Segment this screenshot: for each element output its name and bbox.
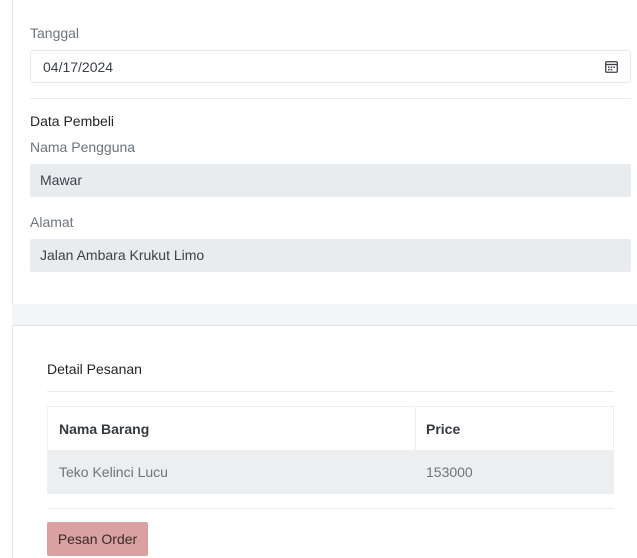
order-title-divider xyxy=(47,391,614,392)
username-label: Nama Pengguna xyxy=(30,139,136,155)
table-row: Teko Kelinci Lucu 153000 xyxy=(48,450,613,493)
item-price-cell: 153000 xyxy=(426,464,473,480)
username-field[interactable]: Mawar xyxy=(30,164,631,197)
column-header-price: Price xyxy=(426,421,461,437)
submit-order-button[interactable]: Pesan Order xyxy=(47,522,148,556)
buyer-section-title: Data Pembeli xyxy=(30,113,115,129)
order-section-title: Detail Pesanan xyxy=(47,361,142,377)
address-field[interactable]: Jalan Ambara Krukut Limo xyxy=(30,239,631,272)
section-divider xyxy=(30,98,631,99)
address-value: Jalan Ambara Krukut Limo xyxy=(40,247,205,263)
column-header-item-name: Nama Barang xyxy=(59,421,150,437)
date-value: 04/17/2024 xyxy=(43,59,114,75)
table-bottom-divider xyxy=(47,508,614,509)
order-page: Tanggal 04/17/2024 Data Pembeli Nama Pen… xyxy=(0,0,637,558)
address-label: Alamat xyxy=(30,214,74,230)
calendar-icon[interactable] xyxy=(605,60,618,73)
date-label: Tanggal xyxy=(30,25,80,41)
order-table: Nama Barang Price Teko Kelinci Lucu 1530… xyxy=(47,406,614,494)
username-value: Mawar xyxy=(40,172,83,188)
card-separator-band xyxy=(12,304,637,326)
date-input[interactable]: 04/17/2024 xyxy=(30,50,631,83)
item-name-cell: Teko Kelinci Lucu xyxy=(59,464,168,480)
column-separator xyxy=(415,407,416,450)
